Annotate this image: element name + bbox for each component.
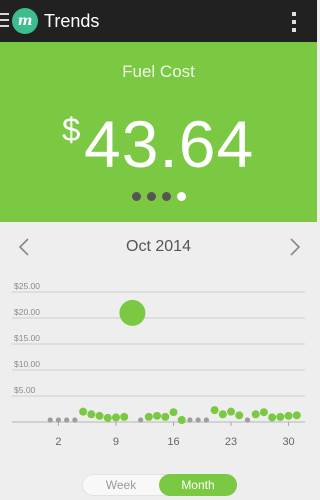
data-point-empty (138, 417, 144, 423)
y-tick-label: $20.00 (14, 307, 40, 317)
x-tick-label: 9 (113, 436, 119, 448)
y-tick-label: $5.00 (14, 385, 36, 395)
data-point (292, 411, 301, 420)
page-dot[interactable] (132, 192, 141, 201)
data-point (218, 410, 227, 419)
y-tick-label: $15.00 (14, 333, 40, 343)
metric-value: 43.64 (84, 107, 255, 181)
data-point (210, 406, 219, 415)
data-point (235, 411, 244, 420)
data-point-empty (195, 417, 201, 423)
fuel-cost-chart: $5.00 $10.00 $15.00 $20.00 $25.00 2 9 16 23 30 (12, 281, 305, 448)
data-point (259, 408, 268, 417)
metric-label: Fuel Cost (122, 62, 195, 81)
data-point-empty (244, 417, 251, 423)
month-tab[interactable]: Month (159, 474, 237, 496)
data-point-empty (187, 417, 193, 423)
chevron-right-icon[interactable] (287, 236, 303, 258)
data-point (153, 411, 162, 420)
data-point (79, 407, 88, 416)
data-point-empty (203, 417, 209, 423)
period-label: Oct 2014 (126, 238, 191, 255)
y-tick-label: $25.00 (14, 281, 40, 291)
data-point (161, 412, 170, 421)
data-point (111, 413, 120, 422)
page-dot[interactable] (162, 192, 171, 201)
data-point (103, 413, 112, 422)
data-point (251, 410, 260, 419)
period-toggle[interactable]: Week Month (82, 474, 237, 496)
data-point (276, 412, 285, 421)
data-point (177, 416, 186, 424)
data-point (169, 408, 178, 417)
data-point (120, 412, 129, 421)
page-dot[interactable] (147, 192, 156, 201)
data-point-empty (72, 417, 78, 423)
data-point-empty (55, 417, 62, 423)
data-point (268, 413, 277, 422)
data-point (87, 410, 96, 419)
y-tick-label: $10.00 (14, 359, 40, 369)
menu-icon[interactable] (0, 13, 9, 29)
x-tick-label: 23 (225, 436, 237, 448)
x-tick-label: 30 (282, 436, 294, 448)
data-point (284, 411, 293, 420)
page-title: Trends (44, 11, 100, 31)
app-bar: m Trends (0, 0, 317, 42)
more-vert-icon[interactable] (291, 12, 297, 32)
x-tick-label: 16 (167, 436, 179, 448)
data-point-empty (64, 417, 70, 423)
currency-symbol: $ (62, 111, 81, 148)
page-dot-active[interactable] (177, 192, 186, 201)
data-point (144, 412, 153, 421)
x-tick-label: 2 (55, 436, 61, 448)
data-point (119, 299, 146, 326)
data-point-empty (47, 417, 53, 423)
week-tab[interactable]: Week (83, 475, 159, 495)
data-point (95, 411, 104, 420)
data-point (227, 407, 236, 416)
metric-hero: Fuel Cost $ 43.64 (0, 42, 317, 222)
app-logo[interactable]: m (12, 8, 38, 34)
